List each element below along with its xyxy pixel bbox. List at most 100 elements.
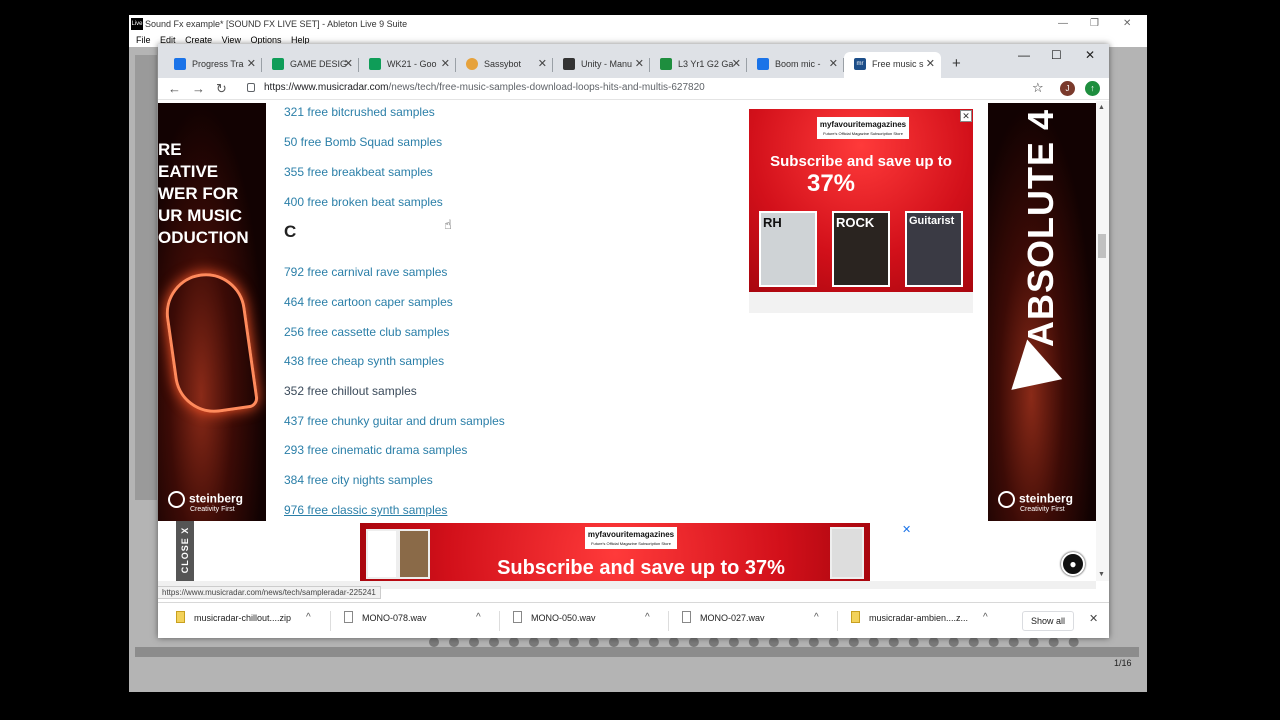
chevron-up-icon[interactable]: ^ [983,612,988,623]
ad-triangle-graphic [1001,334,1063,390]
close-tab-icon[interactable]: ✕ [247,52,256,76]
download-filename: musicradar-chillout....zip [194,613,292,623]
steinberg-tagline: Creativity First [190,506,235,513]
ad-headline: Subscribe and save up to [770,153,952,170]
minimize-icon[interactable]: — [1058,15,1068,33]
sample-link[interactable]: 384 free city nights samples [284,473,433,487]
close-ad-button[interactable]: CLOSE X [176,521,194,581]
scroll-thumb[interactable] [1098,234,1106,258]
browser-toolbar: ← → ↻ https://www.musicradar.com/news/te… [158,78,1109,100]
mfm-tagline: Future's Official Magazine Subscription … [823,131,903,136]
sample-link[interactable]: 464 free cartoon caper samples [284,295,453,309]
sample-link[interactable]: 293 free cinematic drama samples [284,443,467,457]
sample-link[interactable]: 355 free breakbeat samples [284,165,433,179]
sample-link[interactable]: 50 free Bomb Squad samples [284,135,442,149]
tab-strip: Progress Tra ✕ GAME DESIG ✕ WK21 - Goo ✕… [158,44,1109,78]
download-filename: MONO-078.wav [362,613,427,623]
forward-icon[interactable]: → [192,81,205,96]
back-icon[interactable]: ← [168,81,181,96]
zip-file-icon [851,611,860,623]
sheets-icon [369,58,381,70]
chevron-up-icon[interactable]: ^ [476,612,481,623]
tab-sassybot[interactable]: Sassybot ✕ [456,52,553,78]
magazine-cover-guitarist: Guitarist [905,211,963,287]
show-all-button[interactable]: Show all [1022,611,1075,631]
sample-link[interactable]: 321 free bitcrushed samples [284,105,435,119]
sample-link[interactable]: 437 free chunky guitar and drum samples [284,414,505,428]
close-tab-icon[interactable]: ✕ [441,52,450,76]
menu-file[interactable]: File [136,33,151,47]
tab-boom-mic[interactable]: Boom mic - ✕ [747,52,844,78]
tab-progress-tracker[interactable]: Progress Tra ✕ [164,52,262,78]
close-tab-icon[interactable]: ✕ [732,52,741,76]
sample-link-hovered[interactable]: 976 free classic synth samples [284,503,447,517]
new-tab-button[interactable]: + [952,55,961,72]
steinberg-name: steinberg [1019,491,1074,506]
tab-l3-yr1[interactable]: L3 Yr1 G2 Ga ✕ [650,52,747,78]
magazine-cover-rock [366,529,398,579]
close-icon[interactable]: ✕ [1123,15,1131,33]
scroll-down-icon[interactable]: ▼ [1098,571,1105,578]
chevron-up-icon[interactable]: ^ [645,612,650,623]
close-shelf-icon[interactable]: ✕ [1089,612,1098,625]
tab-title: Progress Tra [192,59,244,69]
chrome-window: Progress Tra ✕ GAME DESIG ✕ WK21 - Goo ✕… [158,44,1109,638]
update-arrow-icon[interactable]: ↑ [1085,81,1100,96]
sticky-bottom-ad: CLOSE X myfavouritemagazines Future's Off… [176,521,911,581]
close-tab-icon[interactable]: ✕ [926,52,935,76]
ableton-bottom-scroll[interactable] [135,647,1139,657]
status-bar-url: https://www.musicradar.com/news/tech/sam… [158,586,381,599]
maximize-icon[interactable]: ☐ [1051,48,1062,62]
restore-icon[interactable]: ❐ [1090,15,1099,33]
sample-link-visited[interactable]: 352 free chillout samples [284,384,417,398]
ad-close-icon[interactable]: ✕ [960,110,972,122]
sample-link[interactable]: 792 free carnival rave samples [284,265,447,279]
sample-link[interactable]: 438 free cheap synth samples [284,354,444,368]
bookmark-star-icon[interactable]: ☆ [1032,80,1044,96]
notification-bell-icon[interactable]: ● [1061,552,1085,576]
bottom-magazine-ad[interactable]: myfavouritemagazines Future's Official Ma… [360,523,870,581]
ableton-browser-strip [135,55,157,500]
lock-icon[interactable] [247,83,255,92]
download-filename: MONO-050.wav [531,613,596,623]
steinberg-ad-right[interactable]: ABSOLUTE 4 steinberg Creativity First [988,103,1096,521]
close-window-icon[interactable]: ✕ [1085,48,1095,62]
ad-close-icon[interactable]: ✕ [902,523,911,536]
magazine-cover-rock [830,527,864,579]
steinberg-name: steinberg [189,491,244,506]
magazine-cover-rock: ROCK [832,211,890,287]
tab-game-design[interactable]: GAME DESIG ✕ [262,52,359,78]
chevron-up-icon[interactable]: ^ [814,612,819,623]
scroll-up-icon[interactable]: ▲ [1098,104,1105,111]
page-scrollbar[interactable]: ▲ ▼ [1096,101,1109,581]
tab-unity-manual[interactable]: Unity - Manu ✕ [553,52,650,78]
ableton-title-bar: Live Sound Fx example* [SOUND FX LIVE SE… [129,15,1147,33]
reload-icon[interactable]: ↻ [216,81,227,97]
tab-wk21[interactable]: WK21 - Goo ✕ [359,52,456,78]
web-page: RE EATIVE WER FOR UR MUSIC ODUCTION stei… [158,101,1109,581]
address-bar[interactable]: https://www.musicradar.com/news/tech/fre… [264,82,705,93]
chevron-up-icon[interactable]: ^ [306,612,311,623]
musicradar-icon: mr [854,58,866,70]
mfm-brand: myfavouritemagazines [819,120,907,129]
minimize-icon[interactable]: — [1018,48,1030,62]
close-tab-icon[interactable]: ✕ [344,52,353,76]
steinberg-ad-left[interactable]: RE EATIVE WER FOR UR MUSIC ODUCTION stei… [158,103,266,521]
tab-title: Free music s [872,59,924,69]
unity-icon [563,58,575,70]
steinberg-logo: steinberg Creativity First [998,491,1073,513]
profile-avatar[interactable]: J [1060,81,1075,96]
close-tab-icon[interactable]: ✕ [829,52,838,76]
gear-icon [466,58,478,70]
sample-link[interactable]: 256 free cassette club samples [284,325,449,339]
close-tab-icon[interactable]: ✕ [538,52,547,76]
sheets-icon [272,58,284,70]
classroom-icon [660,58,672,70]
magazine-ad-top[interactable]: myfavouritemagazines Future's Official Ma… [749,109,973,313]
steinberg-tagline: Creativity First [1020,506,1065,513]
sample-link[interactable]: 400 free broken beat samples [284,195,443,209]
tab-free-music-samples[interactable]: mr Free music s ✕ [844,52,941,78]
file-icon [344,611,353,623]
mfm-brand: myfavouritemagazines [587,530,675,539]
close-tab-icon[interactable]: ✕ [635,52,644,76]
